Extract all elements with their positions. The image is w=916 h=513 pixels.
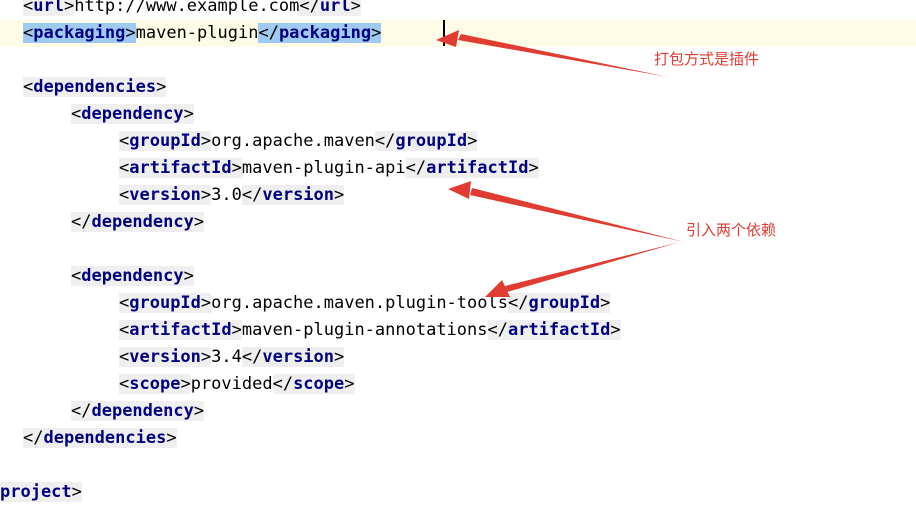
code-line-dep2-groupid: <groupId>org.apache.maven.plugin-tools</… <box>0 290 916 317</box>
groupid-close-tag: </groupId> <box>507 293 611 313</box>
packaging-close-tag: </packaging> <box>258 23 382 43</box>
url-close-tag: </url> <box>299 0 361 16</box>
dep2-scope-value: provided <box>190 374 273 394</box>
dep2-groupid-value: org.apache.maven.plugin-tools <box>211 293 508 313</box>
packaging-value: maven-plugin <box>135 23 259 43</box>
code-line-packaging: <packaging>maven-plugin</packaging> <box>0 20 916 47</box>
code-line-url: <url>http://www.example.com</url> <box>0 0 916 20</box>
version-close-tag: </version> <box>241 185 345 205</box>
text-caret <box>443 20 445 46</box>
groupid-open-tag: <groupId> <box>119 293 212 313</box>
annotation-dependencies-note: 引入两个依赖 <box>686 221 777 239</box>
dep2-version-value: 3.4 <box>211 347 242 367</box>
version-close-tag: </version> <box>241 347 345 367</box>
code-line-dep2-artifactid: <artifactId>maven-plugin-annotations</ar… <box>0 317 916 344</box>
dependencies-open-tag: <dependencies> <box>23 77 167 97</box>
code-line-dependency1-close: </dependency> <box>0 209 916 236</box>
code-line-dep1-artifactid: <artifactId>maven-plugin-api</artifactId… <box>0 155 916 182</box>
dependency-close-tag: </dependency> <box>71 401 205 421</box>
dep1-artifactid-value: maven-plugin-api <box>241 158 406 178</box>
dependency-open-tag: <dependency> <box>71 104 194 124</box>
code-line-dependency1-open: <dependency> <box>0 101 916 128</box>
groupid-open-tag: <groupId> <box>119 131 212 151</box>
url-open-tag: <url> <box>23 0 75 16</box>
artifactid-open-tag: <artifactId> <box>119 158 242 178</box>
scope-open-tag: <scope> <box>119 374 191 394</box>
artifactid-close-tag: </artifactId> <box>487 320 621 340</box>
code-line-dependency2-open: <dependency> <box>0 263 916 290</box>
code-editor[interactable]: <url>http://www.example.com</url> <packa… <box>0 0 916 513</box>
code-line-dep1-groupid: <groupId>org.apache.maven</groupId> <box>0 128 916 155</box>
code-line-dep2-scope: <scope>provided</scope> <box>0 371 916 398</box>
annotation-packaging-note: 打包方式是插件 <box>654 50 760 68</box>
dep2-artifactid-value: maven-plugin-annotations <box>241 320 488 340</box>
version-open-tag: <version> <box>119 185 212 205</box>
version-open-tag: <version> <box>119 347 212 367</box>
packaging-open-tag: <packaging> <box>23 23 136 43</box>
dependency-close-tag: </dependency> <box>71 212 205 232</box>
artifactid-close-tag: </artifactId> <box>405 158 539 178</box>
dep1-version-value: 3.0 <box>211 185 242 205</box>
code-line-dependencies-close: </dependencies> <box>0 425 916 452</box>
url-value: http://www.example.com <box>74 0 300 16</box>
dep1-groupid-value: org.apache.maven <box>211 131 375 151</box>
project-close-tag: project> <box>0 482 82 502</box>
scope-close-tag: </scope> <box>272 374 355 394</box>
code-line-project-close: project> <box>0 479 916 506</box>
artifactid-open-tag: <artifactId> <box>119 320 242 340</box>
dependency-open-tag: <dependency> <box>71 266 194 286</box>
code-line-dependencies-open: <dependencies> <box>0 74 916 101</box>
code-line-dep2-version: <version>3.4</version> <box>0 344 916 371</box>
code-line-dep1-version: <version>3.0</version> <box>0 182 916 209</box>
groupid-close-tag: </groupId> <box>374 131 478 151</box>
code-line-dependency2-close: </dependency> <box>0 398 916 425</box>
dependencies-close-tag: </dependencies> <box>23 428 177 448</box>
